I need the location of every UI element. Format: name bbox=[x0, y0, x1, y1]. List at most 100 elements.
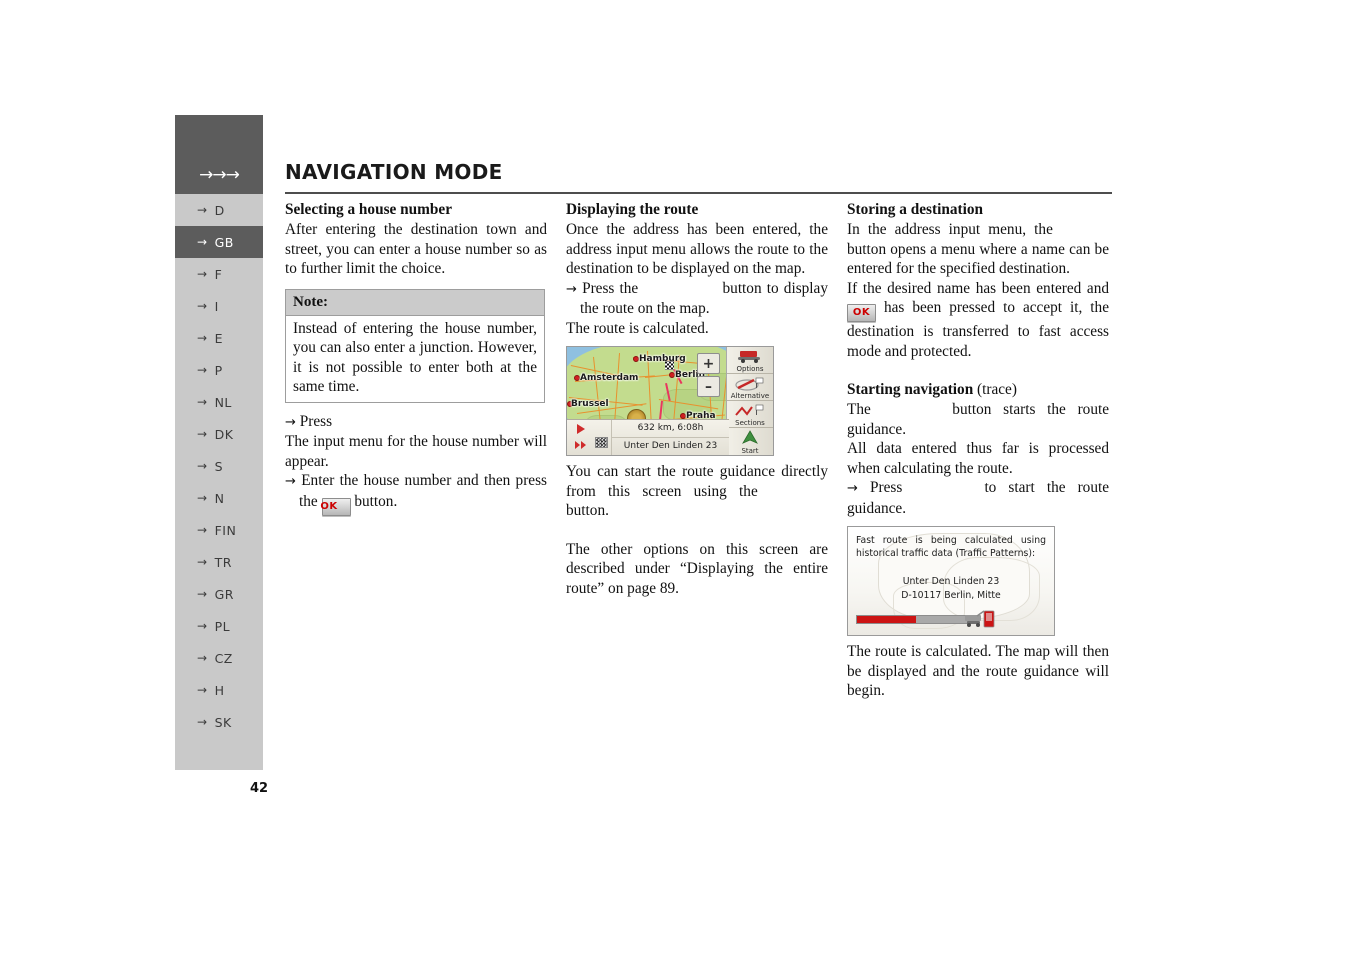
para-house-number-intro: After entering the destination town and … bbox=[285, 221, 547, 277]
para-other-options: The other options on this screen are des… bbox=[566, 540, 828, 597]
play-arrow-icon bbox=[577, 424, 585, 434]
arrow-icon: → bbox=[197, 555, 208, 569]
heading-starting-navigation-bold: Starting navigation bbox=[847, 381, 974, 398]
sidebar-item-label: DK bbox=[214, 426, 234, 442]
arrow-icon: → bbox=[197, 491, 208, 505]
heading-storing-destination: Storing a destination bbox=[847, 201, 983, 218]
sidebar-item-h[interactable]: → H bbox=[175, 674, 263, 706]
checkered-flag-icon bbox=[595, 437, 608, 448]
alternative-route-icon bbox=[727, 376, 773, 391]
ok-button-glyph[interactable]: OK bbox=[847, 304, 876, 322]
heading-starting-navigation: Starting navigation (trace) bbox=[847, 380, 1109, 400]
column-one: Selecting a house number After entering … bbox=[285, 200, 547, 516]
para-name-accepted-pre: If the desired name has been entered and bbox=[847, 279, 1109, 297]
sidebar-item-label: E bbox=[214, 330, 223, 346]
map-side-panel: Options Alternative Sections Start bbox=[726, 347, 773, 455]
sidebar-item-pl[interactable]: → PL bbox=[175, 610, 263, 642]
map-button-alternative[interactable]: Alternative bbox=[727, 374, 773, 401]
sidebar-item-fin[interactable]: → FIN bbox=[175, 514, 263, 546]
para-name-accepted: If the desired name has been entered and… bbox=[847, 279, 1109, 362]
sidebar-item-label: PL bbox=[214, 618, 231, 634]
calc-destination: Unter Den Linden 23 D-10117 Berlin, Mitt… bbox=[848, 575, 1054, 602]
step-press-start-pre: Press bbox=[869, 479, 903, 496]
sidebar-item-f[interactable]: → F bbox=[175, 258, 263, 290]
arrow-icon: → bbox=[197, 619, 208, 633]
para-start-button: The button starts the route guidance. bbox=[847, 400, 1109, 439]
map-screenshot: Hamburg Amsterdam Brussel Berlin Praha M… bbox=[566, 346, 774, 456]
map-button-start[interactable]: Start bbox=[727, 428, 773, 455]
para-all-data-processed: All data entered thus far is processed w… bbox=[847, 440, 1109, 477]
arrow-icon: → bbox=[197, 267, 208, 281]
para-start-guidance-post: button. bbox=[566, 502, 609, 519]
step-enter-post: button. bbox=[354, 492, 398, 510]
progress-bar bbox=[856, 615, 976, 624]
sidebar-item-nl[interactable]: → NL bbox=[175, 386, 263, 418]
para-start-guidance: You can start the route guidance directl… bbox=[566, 462, 828, 521]
step-press-label: Press bbox=[299, 412, 333, 430]
map-info-icons bbox=[567, 420, 612, 455]
sidebar-item-label: H bbox=[214, 682, 225, 698]
para-start-button-pre: The bbox=[847, 401, 871, 418]
arrow-icon: → bbox=[197, 203, 208, 217]
para-storing-post: button opens a menu where a name can be … bbox=[847, 240, 1109, 278]
arrow-icon: → bbox=[197, 651, 208, 665]
arrow-bullet-icon: → bbox=[847, 481, 858, 496]
arrow-icon: → bbox=[197, 299, 208, 313]
sidebar-item-gr[interactable]: → GR bbox=[175, 578, 263, 610]
sidebar-item-p[interactable]: → P bbox=[175, 354, 263, 386]
arrow-bullet-icon: → bbox=[285, 414, 296, 430]
zoom-in-button[interactable]: + bbox=[697, 353, 720, 374]
sidebar-item-d[interactable]: → D bbox=[175, 194, 263, 226]
note-box: Note: Instead of entering the house numb… bbox=[285, 288, 545, 403]
sections-icon bbox=[727, 403, 773, 418]
step-press-start: → Press to start the route guidance. bbox=[847, 478, 1109, 518]
sidebar-item-s[interactable]: → S bbox=[175, 450, 263, 482]
sidebar-item-tr[interactable]: → TR bbox=[175, 546, 263, 578]
sidebar-item-label: F bbox=[214, 266, 223, 282]
sidebar-item-label: D bbox=[214, 202, 225, 218]
zoom-out-button[interactable]: – bbox=[697, 376, 720, 397]
arrow-icon: → bbox=[197, 683, 208, 697]
map-info-bar: 632 km, 6:08h Unter Den Linden 23 bbox=[567, 419, 729, 455]
sidebar-item-label: NL bbox=[214, 394, 232, 410]
para-route-calculated: The route is calculated. bbox=[566, 319, 709, 337]
heading-displaying-route: Displaying the route bbox=[566, 201, 699, 218]
sidebar-item-n[interactable]: → N bbox=[175, 482, 263, 514]
map-button-options[interactable]: Options bbox=[727, 347, 773, 374]
sidebar-item-label: N bbox=[214, 490, 225, 506]
para-start-guidance-pre: You can start the route guidance directl… bbox=[566, 463, 828, 500]
column-two: Displaying the route Once the address ha… bbox=[566, 200, 828, 598]
arrow-icon: → bbox=[197, 395, 208, 409]
sidebar-item-label: P bbox=[214, 362, 223, 378]
step-press: → Press bbox=[285, 412, 547, 433]
note-title: Note: bbox=[286, 289, 544, 316]
sidebar-item-sk[interactable]: → SK bbox=[175, 706, 263, 738]
sidebar-item-i[interactable]: → I bbox=[175, 290, 263, 322]
para-address-entered: Once the address has been entered, the a… bbox=[566, 221, 828, 277]
sidebar-item-label: FIN bbox=[214, 522, 237, 538]
calculating-vehicle-icon bbox=[964, 609, 998, 629]
column-three: Storing a destination In the address inp… bbox=[847, 200, 1109, 701]
sidebar-item-e[interactable]: → E bbox=[175, 322, 263, 354]
ok-button-glyph[interactable]: OK bbox=[320, 497, 351, 516]
map-city-label-brussel: Brussel bbox=[571, 399, 609, 409]
sidebar-item-dk[interactable]: → DK bbox=[175, 418, 263, 450]
arrow-icon: → bbox=[197, 427, 208, 441]
car-truck-icon bbox=[727, 349, 773, 364]
chevron-arrows-icon: →→→ bbox=[199, 165, 240, 185]
page-number: 42 bbox=[250, 781, 269, 796]
heading-starting-navigation-light: (trace) bbox=[973, 381, 1017, 398]
map-button-label: Alternative bbox=[730, 392, 770, 400]
arrow-icon: → bbox=[197, 587, 208, 601]
sidebar-item-cz[interactable]: → CZ bbox=[175, 642, 263, 674]
map-button-label: Start bbox=[741, 447, 759, 455]
arrow-icon: → bbox=[197, 715, 208, 729]
para-name-accepted-post: has been pressed to accept it, the desti… bbox=[847, 299, 1109, 360]
calc-destination-line1: Unter Den Linden 23 bbox=[902, 576, 1000, 587]
map-button-sections[interactable]: Sections bbox=[727, 401, 773, 428]
heading-selecting-house-number: Selecting a house number bbox=[285, 201, 452, 218]
arrow-bullet-icon: → bbox=[285, 474, 296, 489]
sidebar-item-gb[interactable]: → GB bbox=[175, 226, 263, 258]
calc-message: Fast route is being calculated using his… bbox=[856, 535, 1046, 559]
sidebar-item-label: I bbox=[214, 298, 219, 314]
